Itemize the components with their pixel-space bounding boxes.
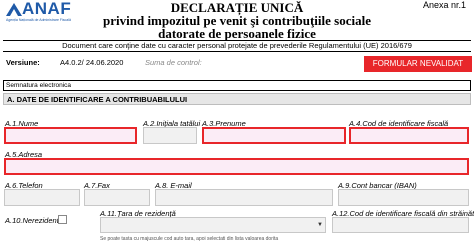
tara-select[interactable] — [100, 217, 326, 233]
nerezident-label: A.10.Nerezident — [5, 216, 59, 225]
prenume-input[interactable] — [202, 127, 346, 144]
anaf-logo-icon-inner — [10, 9, 18, 16]
version-label: Versiune: — [6, 58, 40, 67]
cod-fiscal-input[interactable] — [349, 127, 469, 144]
telefon-input[interactable] — [4, 189, 80, 206]
version-value: A4.0.2/ 24.06.2020 — [60, 58, 124, 67]
nerezident-checkbox[interactable] — [58, 215, 67, 224]
invalid-form-button[interactable]: FORMULAR NEVALIDAT — [364, 56, 472, 72]
nume-input[interactable] — [4, 127, 137, 144]
chevron-down-icon[interactable]: ▼ — [317, 222, 323, 228]
tara-hint: Se poate tasta cu majuscule cod auto tar… — [100, 236, 279, 242]
cont-bancar-input[interactable] — [338, 189, 469, 206]
cod-strainatate-input[interactable] — [332, 217, 469, 233]
divider — [3, 51, 471, 52]
signature-box[interactable] — [3, 80, 471, 91]
gdpr-notice: Document care conţine date cu caracter p… — [62, 41, 412, 50]
checksum-label: Suma de control: — [145, 58, 202, 67]
form-subtitle-2: datorate de persoanele fizice — [158, 26, 316, 41]
email-input[interactable] — [155, 189, 333, 206]
adresa-input[interactable] — [4, 158, 469, 175]
signature-label: Semnatura electronica — [6, 82, 72, 89]
annex-label: Anexa nr.1 — [423, 0, 467, 10]
section-a-title: A. DATE DE IDENTIFICARE A CONTRIBUABILUL… — [7, 95, 188, 104]
fax-input[interactable] — [84, 189, 150, 206]
initiala-input[interactable] — [143, 127, 197, 144]
